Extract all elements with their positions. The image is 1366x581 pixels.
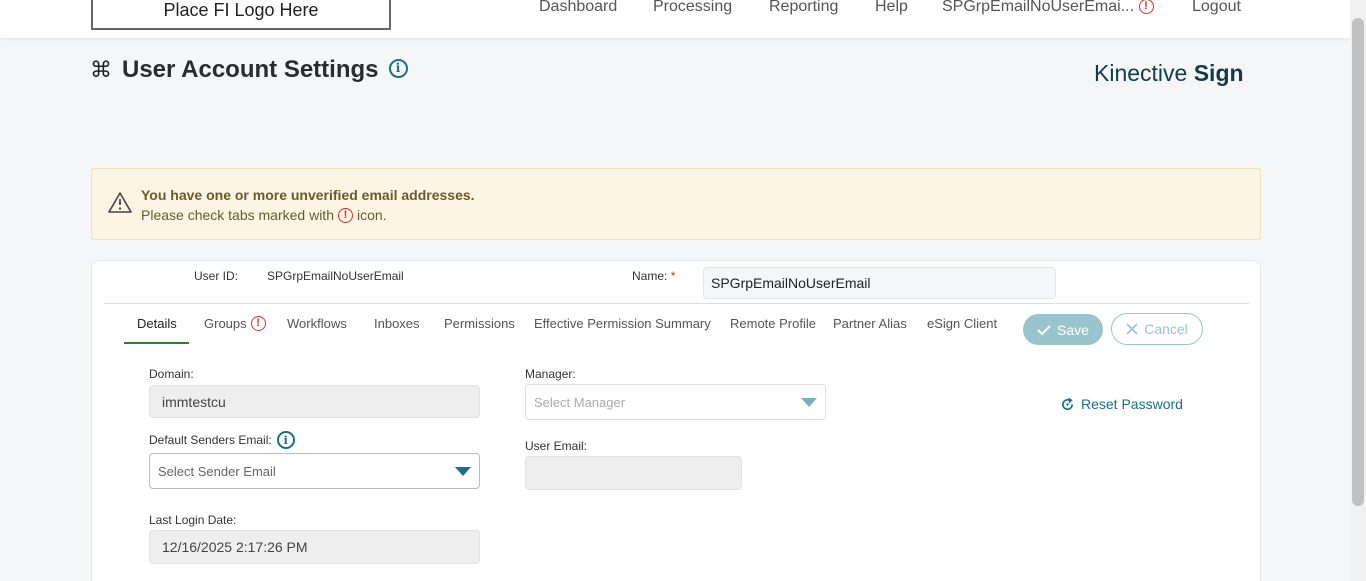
save-label: Save bbox=[1057, 321, 1089, 338]
tab-inboxes-label: Inboxes bbox=[374, 316, 420, 331]
name-label: Name: * bbox=[632, 269, 675, 283]
brand-text-light: Kinective bbox=[1094, 60, 1194, 86]
tab-effective-permission-summary-label: Effective Permission Summary bbox=[534, 316, 711, 331]
top-navbar: Place FI Logo Here Dashboard Processing … bbox=[0, 0, 1350, 38]
alert-message-suffix: icon. bbox=[356, 207, 387, 223]
tab-inboxes[interactable]: Inboxes bbox=[374, 316, 420, 331]
manager-select[interactable]: Select Manager bbox=[525, 384, 826, 420]
user-email-label: User Email: bbox=[525, 439, 588, 453]
groups-warning-icon: ! bbox=[250, 316, 266, 331]
domain-label: Domain: bbox=[149, 367, 194, 381]
tab-partner-alias-label: Partner Alias bbox=[833, 316, 907, 331]
manager-label: Manager: bbox=[525, 367, 576, 381]
name-label-text: Name: bbox=[632, 269, 668, 283]
last-login-label: Last Login Date: bbox=[149, 513, 237, 527]
tab-workflows-label: Workflows bbox=[287, 316, 347, 331]
reset-password-label: Reset Password bbox=[1081, 396, 1183, 412]
brand-text-bold: Sign bbox=[1193, 60, 1244, 86]
default-senders-label-text: Default Senders Email: bbox=[149, 433, 272, 447]
domain-field: immtestcu bbox=[149, 385, 480, 418]
cancel-button[interactable]: Cancel bbox=[1111, 313, 1203, 345]
info-icon[interactable]: i bbox=[276, 431, 295, 449]
page-title: User Account Settings bbox=[122, 56, 379, 83]
default-senders-select[interactable]: Select Sender Email bbox=[149, 453, 480, 489]
cancel-label: Cancel bbox=[1144, 321, 1188, 337]
tab-partner-alias[interactable]: Partner Alias bbox=[833, 316, 907, 331]
tab-groups-label: Groups bbox=[204, 316, 247, 331]
header-divider bbox=[104, 303, 1249, 304]
nav-help[interactable]: Help bbox=[875, 0, 908, 16]
tab-details[interactable]: Details bbox=[137, 316, 177, 331]
alert-title: You have one or more unverified email ad… bbox=[141, 187, 475, 203]
chevron-down-icon bbox=[455, 466, 471, 476]
manager-placeholder: Select Manager bbox=[534, 394, 626, 410]
save-button[interactable]: Save bbox=[1023, 314, 1103, 345]
tab-remote-profile[interactable]: Remote Profile bbox=[730, 316, 816, 331]
command-key-icon: ⌘ bbox=[90, 57, 112, 82]
nav-processing[interactable]: Processing bbox=[653, 0, 732, 16]
nav-reporting[interactable]: Reporting bbox=[769, 0, 838, 16]
warning-triangle-icon bbox=[108, 191, 132, 220]
logo-placeholder-text: Place FI Logo Here bbox=[163, 0, 319, 20]
user-id-label: User ID: bbox=[194, 269, 239, 283]
tab-groups[interactable]: Groups! bbox=[204, 316, 266, 331]
active-tab-indicator bbox=[124, 342, 189, 344]
user-settings-card: User ID: SPGrpEmailNoUserEmail Name: * S… bbox=[91, 260, 1261, 581]
check-icon bbox=[1037, 324, 1051, 335]
scrollbar-thumb[interactable] bbox=[1352, 18, 1364, 506]
alert-message: Please check tabs marked with ! icon. bbox=[141, 207, 387, 223]
fi-logo-placeholder[interactable]: Place FI Logo Here bbox=[91, 0, 391, 30]
nav-logout[interactable]: Logout bbox=[1192, 0, 1241, 16]
tab-remote-profile-label: Remote Profile bbox=[730, 316, 816, 331]
user-email-field bbox=[525, 456, 742, 490]
page-scrollbar[interactable] bbox=[1350, 0, 1366, 581]
info-icon[interactable]: i bbox=[388, 58, 408, 78]
reset-password-link[interactable]: Reset Password bbox=[1060, 396, 1183, 412]
tab-workflows[interactable]: Workflows bbox=[287, 316, 347, 331]
brand-logo: Kinective Sign bbox=[1094, 60, 1244, 87]
unverified-warning-icon: ! bbox=[1138, 0, 1154, 15]
warning-circle-icon: ! bbox=[337, 207, 353, 223]
refresh-icon bbox=[1062, 397, 1074, 410]
page-header: ⌘ User Account Settings i bbox=[90, 56, 408, 84]
tab-permissions[interactable]: Permissions bbox=[444, 316, 515, 331]
tab-details-label: Details bbox=[137, 316, 177, 331]
default-senders-label: Default Senders Email: i bbox=[149, 431, 295, 449]
nav-user-name: SPGrpEmailNoUserEmai... bbox=[942, 0, 1135, 15]
user-id-value: SPGrpEmailNoUserEmail bbox=[267, 269, 404, 283]
name-input[interactable]: SPGrpEmailNoUserEmail bbox=[703, 267, 1056, 299]
nav-dashboard[interactable]: Dashboard bbox=[539, 0, 617, 16]
nav-user-menu[interactable]: SPGrpEmailNoUserEmai... ! bbox=[942, 0, 1154, 16]
chevron-down-icon bbox=[801, 397, 817, 407]
tab-esign-client[interactable]: eSign Client bbox=[927, 316, 997, 331]
close-icon bbox=[1126, 323, 1138, 335]
alert-message-prefix: Please check tabs marked with bbox=[141, 207, 334, 223]
unverified-email-alert: You have one or more unverified email ad… bbox=[91, 168, 1261, 240]
required-marker: * bbox=[670, 269, 676, 283]
tab-permissions-label: Permissions bbox=[444, 316, 515, 331]
default-senders-placeholder: Select Sender Email bbox=[158, 463, 276, 479]
tab-esign-client-label: eSign Client bbox=[927, 316, 998, 331]
tab-effective-permission-summary[interactable]: Effective Permission Summary bbox=[534, 316, 711, 331]
last-login-field: 12/16/2025 2:17:26 PM bbox=[149, 530, 480, 564]
